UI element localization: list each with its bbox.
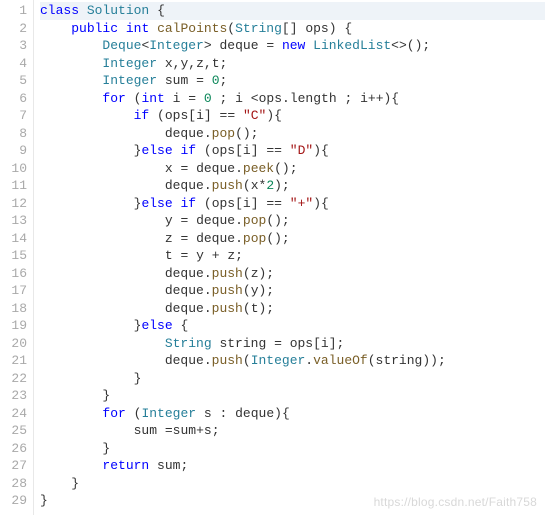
code-line: y = deque.pop(); — [40, 212, 545, 230]
line-number: 22 — [4, 370, 27, 388]
code-line: x = deque.peek(); — [40, 160, 545, 178]
line-number: 28 — [4, 475, 27, 493]
code-line: class Solution { — [40, 2, 545, 20]
code-line: for (int i = 0 ; i <ops.length ; i++){ — [40, 90, 545, 108]
line-number: 19 — [4, 317, 27, 335]
code-line: } — [40, 492, 545, 510]
line-number: 21 — [4, 352, 27, 370]
code-line: } — [40, 440, 545, 458]
line-number: 9 — [4, 142, 27, 160]
line-number: 25 — [4, 422, 27, 440]
line-number: 27 — [4, 457, 27, 475]
line-number: 8 — [4, 125, 27, 143]
code-line: z = deque.pop(); — [40, 230, 545, 248]
code-line: deque.push(z); — [40, 265, 545, 283]
code-line: Integer sum = 0; — [40, 72, 545, 90]
code-line: deque.push(y); — [40, 282, 545, 300]
code-line: deque.push(t); — [40, 300, 545, 318]
line-number: 12 — [4, 195, 27, 213]
code-line: Integer x,y,z,t; — [40, 55, 545, 73]
line-number: 6 — [4, 90, 27, 108]
code-line: sum =sum+s; — [40, 422, 545, 440]
code-line: for (Integer s : deque){ — [40, 405, 545, 423]
code-line: }else if (ops[i] == "+"){ — [40, 195, 545, 213]
code-line: public int calPoints(String[] ops) { — [40, 20, 545, 38]
line-number: 26 — [4, 440, 27, 458]
line-number: 24 — [4, 405, 27, 423]
line-number: 23 — [4, 387, 27, 405]
line-number-gutter: 1234567891011121314151617181920212223242… — [0, 0, 34, 515]
code-editor: 1234567891011121314151617181920212223242… — [0, 0, 545, 515]
code-line: return sum; — [40, 457, 545, 475]
line-number: 2 — [4, 20, 27, 38]
line-number: 10 — [4, 160, 27, 178]
line-number: 4 — [4, 55, 27, 73]
code-line: String string = ops[i]; — [40, 335, 545, 353]
line-number: 7 — [4, 107, 27, 125]
code-line: } — [40, 387, 545, 405]
line-number: 20 — [4, 335, 27, 353]
line-number: 5 — [4, 72, 27, 90]
code-line: deque.pop(); — [40, 125, 545, 143]
code-line: if (ops[i] == "C"){ — [40, 107, 545, 125]
line-number: 13 — [4, 212, 27, 230]
code-line: deque.push(Integer.valueOf(string)); — [40, 352, 545, 370]
code-line: }else if (ops[i] == "D"){ — [40, 142, 545, 160]
code-line: t = y + z; — [40, 247, 545, 265]
code-line: deque.push(x*2); — [40, 177, 545, 195]
code-line: } — [40, 370, 545, 388]
code-area: class Solution { public int calPoints(St… — [34, 0, 545, 515]
line-number: 29 — [4, 492, 27, 510]
code-line: }else { — [40, 317, 545, 335]
line-number: 16 — [4, 265, 27, 283]
code-line: } — [40, 475, 545, 493]
code-line: Deque<Integer> deque = new LinkedList<>(… — [40, 37, 545, 55]
line-number: 14 — [4, 230, 27, 248]
line-number: 1 — [4, 2, 27, 20]
line-number: 11 — [4, 177, 27, 195]
line-number: 17 — [4, 282, 27, 300]
line-number: 3 — [4, 37, 27, 55]
line-number: 15 — [4, 247, 27, 265]
line-number: 18 — [4, 300, 27, 318]
